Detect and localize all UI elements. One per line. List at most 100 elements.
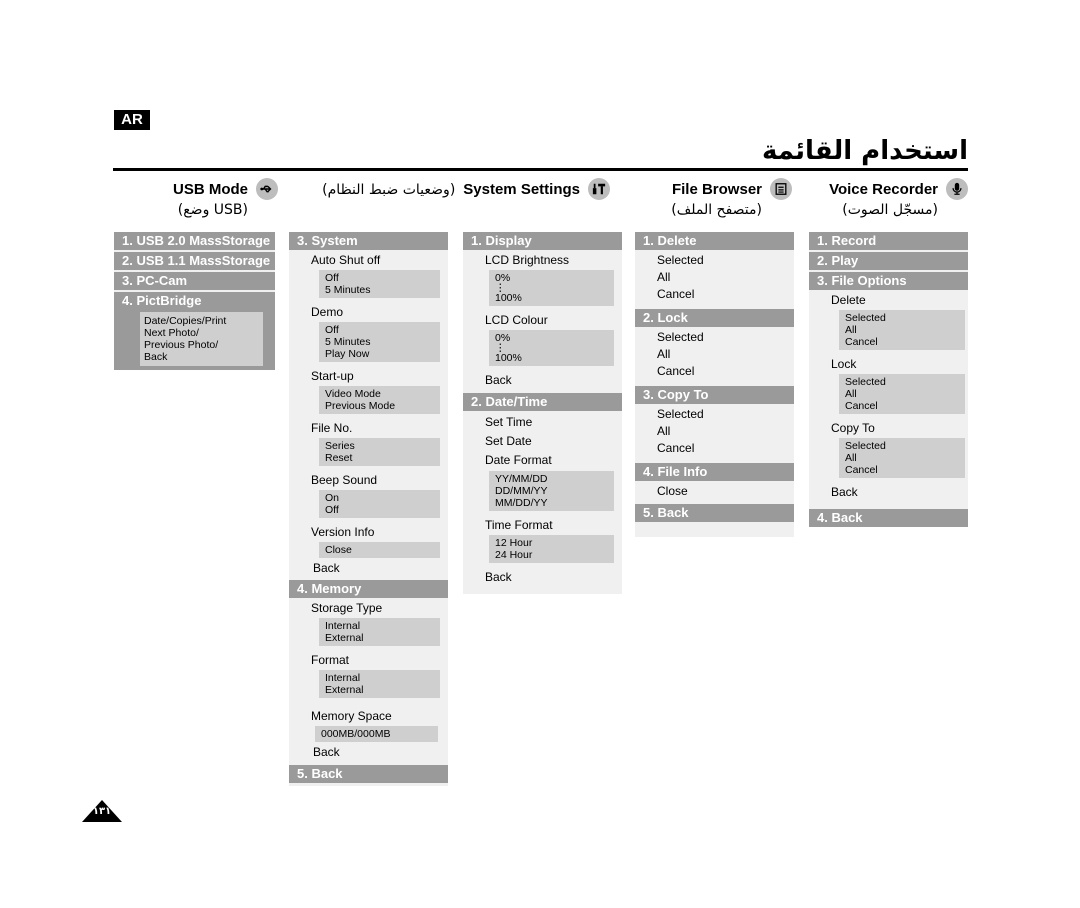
option[interactable]: All	[635, 423, 794, 440]
page-number-marker: ١٣١	[82, 800, 122, 822]
demo-item[interactable]: Demo	[289, 304, 448, 321]
back-item[interactable]: Back	[289, 744, 448, 761]
format-item[interactable]: Format	[289, 652, 448, 669]
memory-space-item[interactable]: Memory Space	[289, 708, 448, 725]
option[interactable]: All	[845, 324, 959, 336]
column-head-usb: USB Mode (وضع USB)	[173, 178, 278, 218]
language-badge: AR	[114, 110, 150, 130]
slider-min: 0%	[495, 272, 511, 284]
auto-shut-off-item[interactable]: Auto Shut off	[289, 252, 448, 269]
datetime-header[interactable]: 2. Date/Time	[463, 393, 622, 413]
usb-menu-item[interactable]: 2. USB 1.1 MassStorage	[114, 252, 275, 272]
option[interactable]: Off	[325, 272, 434, 284]
option[interactable]: External	[325, 632, 434, 644]
system-settings-label: System Settings	[463, 180, 580, 198]
option[interactable]: Video Mode	[325, 388, 434, 400]
option[interactable]: Cancel	[635, 363, 794, 380]
pictbridge-options: Date/Copies/Print Next Photo/ Previous P…	[140, 312, 263, 366]
date-format-item[interactable]: Date Format	[463, 451, 622, 470]
page-title: استخدام القائمة	[762, 136, 968, 166]
back-header[interactable]: 4. Back	[809, 509, 968, 527]
system-menu-panel: 3. System Auto Shut off Off 5 Minutes Dem…	[289, 232, 448, 786]
back-item[interactable]: Back	[463, 569, 622, 586]
option[interactable]: Off	[325, 504, 434, 516]
option[interactable]: Cancel	[845, 336, 959, 348]
document-icon	[770, 178, 792, 200]
copy-to-item[interactable]: Copy To	[809, 420, 968, 437]
storage-type-item[interactable]: Storage Type	[289, 600, 448, 617]
option[interactable]: Selected	[635, 329, 794, 346]
version-info-item[interactable]: Version Info	[289, 524, 448, 541]
beep-sound-item[interactable]: Beep Sound	[289, 472, 448, 489]
back-header[interactable]: 5. Back	[635, 504, 794, 522]
option[interactable]: Series	[325, 440, 434, 452]
option[interactable]: Selected	[635, 252, 794, 269]
option[interactable]: Internal	[325, 672, 434, 684]
lock-item[interactable]: Lock	[809, 356, 968, 373]
delete-header[interactable]: 1. Delete	[635, 232, 794, 252]
option[interactable]: DD/MM/YY	[495, 485, 608, 497]
option[interactable]: Cancel	[635, 286, 794, 303]
option[interactable]: Close	[635, 483, 794, 500]
time-format-item[interactable]: Time Format	[463, 517, 622, 534]
file-browser-label: File Browser	[671, 180, 762, 198]
option[interactable]: Internal	[325, 620, 434, 632]
usb-menu-panel: 1. USB 2.0 MassStorage 2. USB 1.1 MassSt…	[114, 232, 275, 370]
option[interactable]: Reset	[325, 452, 434, 464]
option[interactable]: On	[325, 492, 434, 504]
set-time-item[interactable]: Set Time	[463, 413, 622, 432]
option[interactable]: Date/Copies/Print	[144, 315, 259, 327]
display-menu-panel: 1. Display LCD Brightness 0% ⋮ 100% LCD Co…	[463, 232, 622, 594]
option[interactable]: All	[845, 452, 959, 464]
option[interactable]: Selected	[845, 440, 959, 452]
file-info-header[interactable]: 4. File Info	[635, 463, 794, 483]
option[interactable]: Selected	[635, 406, 794, 423]
option[interactable]: MM/DD/YY	[495, 497, 608, 509]
option[interactable]: Back	[144, 351, 259, 363]
option[interactable]: 24 Hour	[495, 549, 608, 561]
system-settings-arabic: (وضعيات ضبط النظام)	[322, 182, 456, 198]
back-item[interactable]: Back	[463, 372, 622, 389]
option[interactable]: 5 Minutes	[325, 284, 434, 296]
option[interactable]: External	[325, 684, 434, 696]
option[interactable]: Cancel	[635, 440, 794, 457]
option[interactable]: Off	[325, 324, 434, 336]
option[interactable]: YY/MM/DD	[495, 473, 608, 485]
option[interactable]: Selected	[845, 312, 959, 324]
display-header[interactable]: 1. Display	[463, 232, 622, 252]
memory-header[interactable]: 4. Memory	[289, 580, 448, 600]
option[interactable]: Close	[325, 544, 434, 556]
back-item[interactable]: Back	[809, 484, 968, 501]
option[interactable]: All	[845, 388, 959, 400]
option[interactable]: Selected	[845, 376, 959, 388]
lcd-brightness-item[interactable]: LCD Brightness	[463, 252, 622, 269]
usb-menu-item[interactable]: 4. PictBridge	[114, 292, 275, 310]
memory-space-value: 000MB/000MB	[315, 726, 438, 742]
usb-menu-item[interactable]: 1. USB 2.0 MassStorage	[114, 232, 275, 252]
copy-to-header[interactable]: 3. Copy To	[635, 386, 794, 406]
system-header[interactable]: 3. System	[289, 232, 448, 252]
back-item[interactable]: Back	[289, 560, 448, 577]
option[interactable]: All	[635, 346, 794, 363]
option[interactable]: All	[635, 269, 794, 286]
option[interactable]: Cancel	[845, 400, 959, 412]
play-header[interactable]: 2. Play	[809, 252, 968, 272]
back-header[interactable]: 5. Back	[289, 765, 448, 783]
file-no-item[interactable]: File No.	[289, 420, 448, 437]
option[interactable]: Previous Mode	[325, 400, 434, 412]
lcd-colour-item[interactable]: LCD Colour	[463, 312, 622, 329]
option[interactable]: Play Now	[325, 348, 434, 360]
delete-item[interactable]: Delete	[809, 292, 968, 309]
option[interactable]: 5 Minutes	[325, 336, 434, 348]
startup-item[interactable]: Start-up	[289, 368, 448, 385]
set-date-item[interactable]: Set Date	[463, 432, 622, 451]
option[interactable]: Next Photo/	[144, 327, 259, 339]
lock-header[interactable]: 2. Lock	[635, 309, 794, 329]
file-options-header[interactable]: 3. File Options	[809, 272, 968, 292]
file-browser-panel: 1. Delete Selected All Cancel 2. Lock Se…	[635, 232, 794, 537]
record-header[interactable]: 1. Record	[809, 232, 968, 252]
option[interactable]: Previous Photo/	[144, 339, 259, 351]
option[interactable]: Cancel	[845, 464, 959, 476]
option[interactable]: 12 Hour	[495, 537, 608, 549]
usb-menu-item[interactable]: 3. PC-Cam	[114, 272, 275, 292]
